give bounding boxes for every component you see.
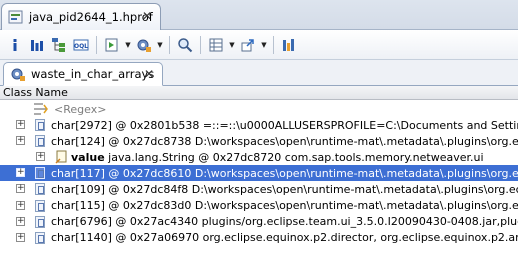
regex-filter-row[interactable]: <Regex> — [0, 101, 518, 117]
row-label: char[6796] @ 0x27ac4340 plugins/org.ecli… — [51, 215, 518, 229]
field-name: value — [71, 150, 105, 164]
row-label: char[117] @ 0x27dc8610 D:\workspaces\ope… — [51, 166, 518, 180]
dominator-tree-icon[interactable] — [48, 34, 70, 56]
toolbar-separator — [200, 35, 201, 54]
expand-icon[interactable]: + — [16, 232, 25, 242]
oql-icon[interactable]: OQL — [70, 34, 92, 56]
object-icon — [35, 183, 45, 196]
chevron-down-icon[interactable]: ▼ — [123, 34, 133, 56]
table-row[interactable]: + char[115] @ 0x27dc83d0 D:\workspaces\op… — [0, 198, 518, 214]
info-icon[interactable] — [4, 34, 26, 56]
table-row[interactable]: + char[109] @ 0x27dc84f8 D:\workspaces\op… — [0, 181, 518, 197]
table-row[interactable]: + char[117] @ 0x27dc8610 D:\workspaces\op… — [0, 165, 518, 182]
table-row[interactable]: + value java.lang.String @ 0x27dc8720 com… — [0, 149, 518, 165]
object-icon — [35, 135, 45, 148]
row-label: char[2972] @ 0x2801b538 =::=::\u0000ALLU… — [51, 118, 518, 132]
table-row[interactable]: + char[6796] @ 0x27ac4340 plugins/org.ecl… — [0, 214, 518, 230]
expand-icon[interactable]: + — [16, 168, 25, 178]
view-tab-label: waste_in_char_arrays — [31, 67, 155, 81]
expand-icon[interactable]: + — [16, 136, 25, 146]
toolbar-separator — [169, 35, 170, 54]
row-label: value java.lang.String @ 0x27dc8720 com.… — [71, 151, 518, 164]
filter-icon — [34, 103, 48, 115]
group-by-icon[interactable] — [205, 34, 227, 56]
chevron-down-icon[interactable]: ▼ — [155, 34, 165, 56]
table-row[interactable]: + char[1140] @ 0x27a06970 org.eclipse.equ… — [0, 230, 518, 246]
heap-dump-overview-icon[interactable] — [278, 34, 300, 56]
view-tab-waste-in-char-arrays[interactable]: waste_in_char_arrays ✕ — [3, 62, 163, 86]
row-label: char[124] @ 0x27dc8738 D:\workspaces\ope… — [51, 134, 518, 148]
expand-icon[interactable]: + — [16, 216, 25, 226]
expand-icon[interactable]: + — [16, 120, 25, 129]
expand-icon[interactable]: + — [16, 184, 25, 194]
close-icon[interactable]: ✕ — [142, 9, 152, 23]
row-label: char[1140] @ 0x27a06970 org.eclipse.equi… — [51, 231, 518, 245]
histogram-icon[interactable] — [26, 34, 48, 56]
chevron-down-icon[interactable]: ▼ — [259, 34, 269, 56]
results-table: Class Name <Regex> + char[2972] @ 0x2801b… — [0, 86, 518, 258]
row-label: char[109] @ 0x27dc84f8 D:\workspaces\ope… — [51, 182, 518, 196]
query-browser-icon[interactable] — [133, 34, 155, 56]
field-value: java.lang.String @ 0x27dc8720 com.sap.to… — [104, 150, 484, 164]
heap-dump-icon — [8, 10, 23, 24]
close-icon[interactable]: ✕ — [144, 67, 154, 81]
row-label: char[115] @ 0x27dc83d0 D:\workspaces\ope… — [51, 199, 518, 212]
editor-tab-strip: java_pid2644_1.hprof ✕ — [0, 0, 518, 30]
run-report-icon[interactable] — [101, 34, 123, 56]
chevron-down-icon[interactable]: ▼ — [227, 34, 237, 56]
object-icon — [35, 119, 45, 131]
search-icon[interactable] — [174, 34, 196, 56]
column-header-class-name[interactable]: Class Name — [0, 86, 518, 100]
export-icon[interactable] — [237, 34, 259, 56]
svg-text:OQL: OQL — [74, 43, 88, 50]
object-icon — [35, 167, 45, 180]
toolbar-separator — [273, 35, 274, 54]
expand-icon[interactable]: + — [36, 152, 45, 162]
object-icon — [35, 231, 45, 244]
query-result-icon — [11, 68, 25, 81]
editor-tab-label: java_pid2644_1.hprof — [29, 10, 153, 24]
toolbar: OQL ▼ ▼ ▼ ▼ — [0, 30, 518, 60]
table-row[interactable]: + char[124] @ 0x27dc8738 D:\workspaces\op… — [0, 133, 518, 149]
object-icon — [35, 215, 45, 228]
object-icon — [35, 199, 45, 212]
toolbar-separator — [96, 35, 97, 54]
expand-icon[interactable]: + — [16, 200, 25, 210]
view-tab-strip: waste_in_char_arrays ✕ — [0, 60, 518, 86]
regex-filter-input[interactable]: <Regex> — [54, 103, 106, 116]
table-row[interactable]: + char[2972] @ 0x2801b538 =::=::\u0000ALL… — [0, 117, 518, 133]
editor-tab-hprof[interactable]: java_pid2644_1.hprof ✕ — [1, 3, 161, 30]
